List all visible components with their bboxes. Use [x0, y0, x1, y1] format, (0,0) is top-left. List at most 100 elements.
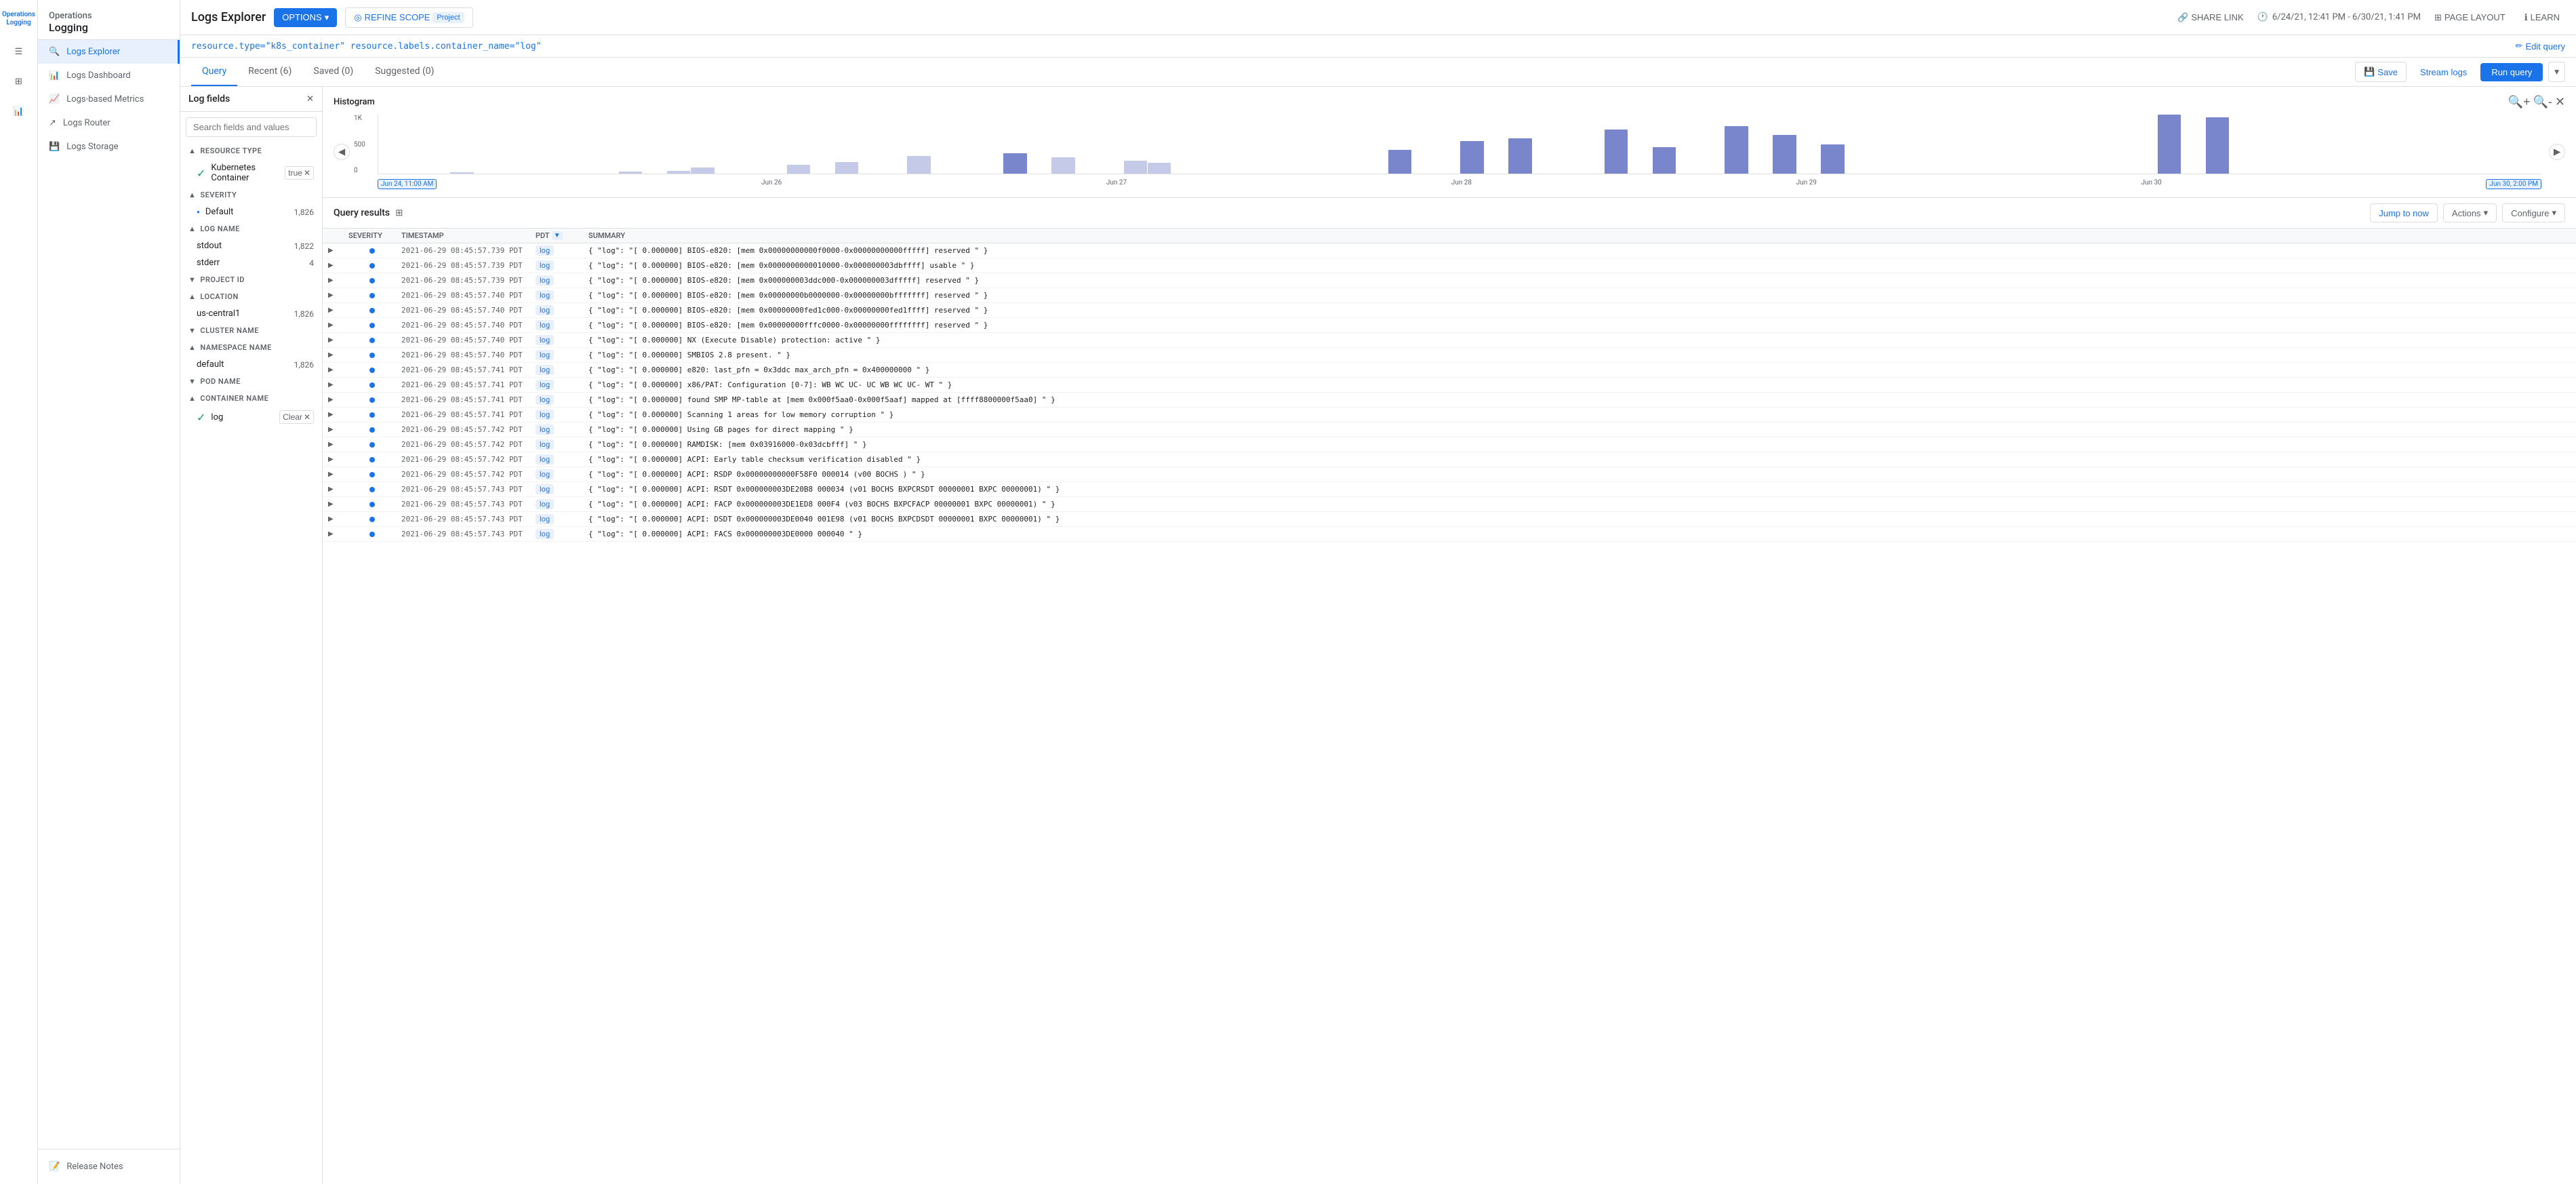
table-row[interactable]: ▶ 2021-06-29 08:45:57.741 PDT log { "log… [323, 378, 2576, 393]
page-layout-button[interactable]: ⊞ PAGE LAYOUT [2429, 8, 2511, 27]
save-button[interactable]: 💾 Save [2355, 62, 2407, 82]
zoom-out-button[interactable]: 🔍- [2533, 95, 2552, 109]
close-log-fields-button[interactable]: ✕ [306, 94, 314, 104]
section-resource-type[interactable]: ▲ RESOURCE TYPE [180, 142, 322, 159]
table-row[interactable]: ▶ 2021-06-29 08:45:57.741 PDT log { "log… [323, 408, 2576, 422]
section-location[interactable]: ▲ LOCATION [180, 288, 322, 305]
log-name-stdout[interactable]: stdout 1,822 [180, 237, 322, 254]
histogram-nav-right[interactable]: ▶ [2549, 144, 2565, 160]
table-row[interactable]: ▶ 2021-06-29 08:45:57.741 PDT log { "log… [323, 393, 2576, 408]
query-text[interactable]: resource.type="k8s_container" resource.l… [191, 41, 2516, 52]
section-pod-name[interactable]: ▼ POD NAME [180, 373, 322, 390]
more-options-button[interactable]: ▾ [2548, 62, 2565, 82]
section-namespace-name[interactable]: ▲ NAMESPACE NAME [180, 339, 322, 356]
configure-button[interactable]: Configure ▾ [2502, 203, 2565, 222]
table-row[interactable]: ▶ 2021-06-29 08:45:57.743 PDT log { "log… [323, 527, 2576, 542]
row-expand[interactable]: ▶ [328, 500, 343, 508]
table-row[interactable]: ▶ 2021-06-29 08:45:57.739 PDT log { "log… [323, 243, 2576, 258]
container-name-log[interactable]: ✓ log Clear ✕ [180, 407, 322, 427]
table-row[interactable]: ▶ 2021-06-29 08:45:57.741 PDT log { "log… [323, 363, 2576, 378]
location-us-central1[interactable]: us-central1 1,826 [180, 305, 322, 322]
row-expand[interactable]: ▶ [328, 530, 343, 538]
sidebar-item-logs-router[interactable]: ↗ Logs Router [38, 111, 180, 135]
row-expand[interactable]: ▶ [328, 456, 343, 463]
clear-container-name-button[interactable]: Clear ✕ [279, 410, 314, 424]
table-row[interactable]: ▶ 2021-06-29 08:45:57.740 PDT log { "log… [323, 348, 2576, 363]
tab-query[interactable]: Query [191, 58, 237, 86]
row-expand[interactable]: ▶ [328, 471, 343, 478]
resource-type-kubernetes[interactable]: ✓ Kubernetes Container true ✕ [180, 159, 322, 186]
row-expand[interactable]: ▶ [328, 396, 343, 403]
section-cluster-name[interactable]: ▼ CLUSTER NAME [180, 322, 322, 339]
search-fields-input[interactable] [186, 117, 317, 137]
run-query-button[interactable]: Run query [2480, 63, 2543, 81]
log-name-stderr[interactable]: stderr 4 [180, 254, 322, 271]
row-expand[interactable]: ▶ [328, 247, 343, 254]
table-row[interactable]: ▶ 2021-06-29 08:45:57.740 PDT log { "log… [323, 333, 2576, 348]
share-link-button[interactable]: 🔗 SHARE LINK [2172, 8, 2249, 27]
table-row[interactable]: ▶ 2021-06-29 08:45:57.740 PDT log { "log… [323, 303, 2576, 318]
zoom-in-button[interactable]: 🔍+ [2508, 95, 2531, 109]
sidebar-item-logs-explorer[interactable]: 🔍 Logs Explorer [38, 40, 180, 64]
row-expand[interactable]: ▶ [328, 277, 343, 284]
sidebar-item-label: Release Notes [66, 1162, 123, 1172]
row-expand[interactable]: ▶ [328, 262, 343, 269]
date-range-display[interactable]: 🕐 6/24/21, 12:41 PM - 6/30/21, 1:41 PM [2257, 12, 2421, 22]
table-row[interactable]: ▶ 2021-06-29 08:45:57.739 PDT log { "log… [323, 258, 2576, 273]
row-expand[interactable]: ▶ [328, 292, 343, 299]
sidebar-item-release-notes[interactable]: 📝 Release Notes [38, 1155, 180, 1179]
histogram-nav-left[interactable]: ◀ [334, 144, 350, 160]
sidebar-item-logs-storage[interactable]: 💾 Logs Storage [38, 135, 180, 159]
table-row[interactable]: ▶ 2021-06-29 08:45:57.740 PDT log { "log… [323, 288, 2576, 303]
row-expand[interactable]: ▶ [328, 381, 343, 389]
expand-results-button[interactable]: ⊞ [395, 208, 403, 218]
table-row[interactable]: ▶ 2021-06-29 08:45:57.742 PDT log { "log… [323, 437, 2576, 452]
table-row[interactable]: ▶ 2021-06-29 08:45:57.743 PDT log { "log… [323, 512, 2576, 527]
namespace-default[interactable]: default 1,826 [180, 356, 322, 373]
sidebar-item-logs-metrics[interactable]: 📈 Logs-based Metrics [38, 87, 180, 111]
table-row[interactable]: ▶ 2021-06-29 08:45:57.739 PDT log { "log… [323, 273, 2576, 288]
jump-to-now-button[interactable]: Jump to now [2370, 203, 2438, 222]
row-expand[interactable]: ▶ [328, 441, 343, 448]
row-severity [348, 338, 396, 343]
section-severity[interactable]: ▲ SEVERITY [180, 186, 322, 203]
col-pdt[interactable]: PDT ▼ [536, 231, 583, 240]
section-log-name[interactable]: ▲ LOG NAME [180, 220, 322, 237]
learn-button[interactable]: ℹ LEARN [2519, 8, 2565, 27]
table-row[interactable]: ▶ 2021-06-29 08:45:57.743 PDT log { "log… [323, 482, 2576, 497]
tab-saved[interactable]: Saved (0) [302, 58, 364, 86]
table-row[interactable]: ▶ 2021-06-29 08:45:57.742 PDT log { "log… [323, 467, 2576, 482]
table-row[interactable]: ▶ 2021-06-29 08:45:57.743 PDT log { "log… [323, 497, 2576, 512]
row-expand[interactable]: ▶ [328, 336, 343, 344]
severity-default[interactable]: ● Default 1,826 [180, 203, 322, 220]
table-row[interactable]: ▶ 2021-06-29 08:45:57.740 PDT log { "log… [323, 318, 2576, 333]
close-histogram-button[interactable]: ✕ [2555, 95, 2565, 109]
tab-recent[interactable]: Recent (6) [237, 58, 302, 86]
row-expand[interactable]: ▶ [328, 321, 343, 329]
row-badge: log [536, 335, 583, 345]
actions-button[interactable]: Actions ▾ [2443, 203, 2497, 222]
stream-logs-button[interactable]: Stream logs [2412, 63, 2475, 81]
row-expand[interactable]: ▶ [328, 426, 343, 433]
table-row[interactable]: ▶ 2021-06-29 08:45:57.742 PDT log { "log… [323, 452, 2576, 467]
clear-resource-type-button[interactable]: true ✕ [285, 166, 314, 180]
row-expand[interactable]: ▶ [328, 366, 343, 374]
row-expand[interactable]: ▶ [328, 515, 343, 523]
table-row[interactable]: ▶ 2021-06-29 08:45:57.742 PDT log { "log… [323, 422, 2576, 437]
log-rows-container: ▶ 2021-06-29 08:45:57.739 PDT log { "log… [323, 243, 2576, 542]
options-button[interactable]: OPTIONS ▾ [274, 8, 337, 27]
section-container-name[interactable]: ▲ CONTAINER NAME [180, 390, 322, 407]
section-project-id[interactable]: ▼ PROJECT ID [180, 271, 322, 288]
sidebar-chart-icon[interactable]: 📊 [5, 98, 33, 125]
edit-query-button[interactable]: ✏ Edit query [2516, 41, 2565, 52]
sidebar-menu-icon[interactable]: ☰ [5, 38, 33, 65]
row-expand[interactable]: ▶ [328, 486, 343, 493]
row-expand[interactable]: ▶ [328, 307, 343, 314]
row-expand[interactable]: ▶ [328, 411, 343, 418]
sidebar-item-logs-dashboard[interactable]: 📊 Logs Dashboard [38, 64, 180, 87]
refine-scope-button[interactable]: ◎ REFINE SCOPE Project [345, 7, 472, 28]
sidebar-grid-icon[interactable]: ⊞ [5, 68, 33, 95]
row-summary: { "log": "[ 0.000000] BIOS-e820: [mem 0x… [588, 276, 2571, 285]
row-expand[interactable]: ▶ [328, 351, 343, 359]
tab-suggested[interactable]: Suggested (0) [364, 58, 445, 86]
